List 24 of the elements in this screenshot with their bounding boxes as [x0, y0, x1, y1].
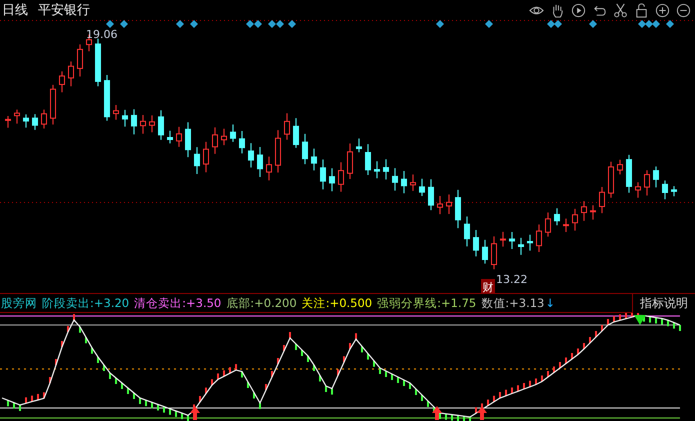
- zoom-out-icon[interactable]: [676, 2, 691, 18]
- indicator-value: 清仓卖出:+3.50: [134, 296, 222, 310]
- up-arrow-icon: [190, 406, 200, 420]
- play-icon[interactable]: [571, 2, 586, 18]
- indicator-value: 强弱分界线:+1.75: [377, 296, 476, 310]
- trend-arrow: ↓: [545, 296, 556, 310]
- event-badge: 财: [481, 279, 495, 293]
- period-label: 日线: [2, 2, 28, 19]
- lock-icon[interactable]: [634, 2, 649, 18]
- up-arrow-icon: [477, 406, 487, 420]
- indicator-value: 关注:+0.500: [302, 296, 372, 310]
- indicator-value: 底部:+0.200: [226, 296, 297, 310]
- price-label: 19.06: [86, 28, 118, 41]
- price-label: 13.22: [496, 273, 528, 286]
- indicator-value: 阶段卖出:+3.20: [42, 296, 130, 310]
- down-arrow-icon: [634, 315, 646, 325]
- indicator-help-button[interactable]: 指标说明: [632, 294, 695, 312]
- scissors-icon[interactable]: [613, 2, 628, 18]
- stock-name: 平安银行: [38, 2, 90, 19]
- indicator-value: 数值:+3.13: [481, 296, 544, 310]
- zoom-in-icon[interactable]: [655, 2, 670, 18]
- indicator-value: 股旁网: [1, 296, 37, 310]
- up-arrow-icon: [432, 406, 442, 420]
- hand-icon[interactable]: [550, 2, 565, 18]
